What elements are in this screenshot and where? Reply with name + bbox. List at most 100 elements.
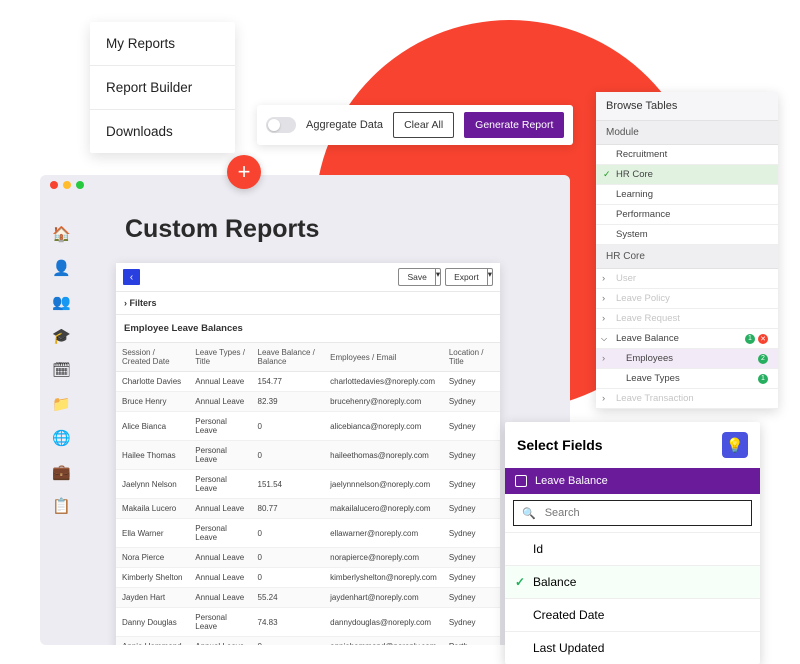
user-icon[interactable]: 👤: [52, 259, 71, 277]
remove-badge-icon[interactable]: ✕: [758, 334, 768, 344]
table-row[interactable]: Ella WarnerPersonal Leave0ellawarner@nor…: [116, 519, 500, 548]
module-system[interactable]: System: [596, 225, 778, 245]
table-cell: norapierce@noreply.com: [324, 548, 443, 568]
export-dropdown[interactable]: ▾: [488, 268, 493, 286]
table-row[interactable]: Hailee ThomasPersonal Leave0haileethomas…: [116, 441, 500, 470]
browse-tables-title: Browse Tables: [596, 92, 778, 121]
search-field-wrap[interactable]: 🔍: [513, 500, 752, 526]
report-table: Session / Created DateLeave Types / Titl…: [116, 343, 500, 645]
select-fields-panel: Select Fields 💡 Leave Balance 🔍 Id Balan…: [505, 422, 760, 664]
table-cell: Hailee Thomas: [116, 441, 189, 470]
table-row[interactable]: Danny DouglasPersonal Leave74.83dannydou…: [116, 608, 500, 637]
back-button[interactable]: ‹: [123, 269, 140, 285]
tree-leave-request[interactable]: Leave Request: [596, 309, 778, 329]
tree-user[interactable]: User: [596, 269, 778, 289]
module-recruitment[interactable]: Recruitment: [596, 145, 778, 165]
table-cell: Nora Pierce: [116, 548, 189, 568]
tree-employees[interactable]: Employees 2: [596, 349, 778, 369]
generate-report-button[interactable]: Generate Report: [464, 112, 564, 138]
field-last-updated[interactable]: Last Updated: [505, 631, 760, 664]
table-cell: Annual Leave: [189, 392, 251, 412]
module-performance[interactable]: Performance: [596, 205, 778, 225]
globe-icon[interactable]: 🌐: [52, 429, 71, 447]
table-cell: Makaila Lucero: [116, 499, 189, 519]
table-cell: Sydney: [443, 548, 500, 568]
education-icon[interactable]: 🎓: [52, 327, 71, 345]
app-window: 🏠 👤 👥 🎓 🗓 📁 🌐 💼 📋 Custom Reports ‹ Save …: [40, 175, 570, 645]
section-checkbox[interactable]: [515, 475, 527, 487]
window-maximize-icon[interactable]: [76, 181, 84, 189]
table-row[interactable]: Bruce HenryAnnual Leave82.39brucehenry@n…: [116, 392, 500, 412]
people-icon[interactable]: 👥: [52, 293, 71, 311]
calendar-icon[interactable]: 🗓: [52, 361, 71, 379]
aggregate-toggle[interactable]: [266, 117, 296, 133]
table-cell: Sydney: [443, 372, 500, 392]
save-dropdown[interactable]: ▾: [436, 268, 441, 286]
add-button[interactable]: +: [227, 155, 261, 189]
filters-toggle[interactable]: › Filters: [116, 291, 500, 315]
save-button[interactable]: Save: [398, 268, 435, 286]
table-cell: Personal Leave: [189, 470, 251, 499]
field-created-date[interactable]: Created Date: [505, 598, 760, 631]
table-cell: Annual Leave: [189, 548, 251, 568]
table-cell: brucehenry@noreply.com: [324, 392, 443, 412]
select-fields-section[interactable]: Leave Balance: [505, 468, 760, 494]
window-minimize-icon[interactable]: [63, 181, 71, 189]
table-row[interactable]: Charlotte DaviesAnnual Leave154.77charlo…: [116, 372, 500, 392]
export-button[interactable]: Export: [445, 268, 488, 286]
field-id[interactable]: Id: [505, 532, 760, 565]
clipboard-icon[interactable]: 📋: [52, 497, 71, 515]
table-row[interactable]: Annie HammondAnnual Leave0anniehammond@n…: [116, 637, 500, 646]
hint-button[interactable]: 💡: [722, 432, 748, 458]
table-cell: Jayden Hart: [116, 588, 189, 608]
folder-icon[interactable]: 📁: [52, 395, 71, 413]
table-row[interactable]: Jaelynn NelsonPersonal Leave151.54jaelyn…: [116, 470, 500, 499]
window-close-icon[interactable]: [50, 181, 58, 189]
module-learning[interactable]: Learning: [596, 185, 778, 205]
table-cell: 0: [252, 441, 325, 470]
tree-leave-types-label: Leave Types: [626, 373, 680, 384]
table-cell: Sydney: [443, 470, 500, 499]
table-row[interactable]: Kimberly SheltonAnnual Leave0kimberlyshe…: [116, 568, 500, 588]
briefcase-icon[interactable]: 💼: [52, 463, 71, 481]
count-badge: 1: [758, 374, 768, 384]
tree-leave-balance[interactable]: Leave Balance 1 ✕: [596, 329, 778, 349]
table-row[interactable]: Nora PierceAnnual Leave0norapierce@norep…: [116, 548, 500, 568]
column-header[interactable]: Leave Balance / Balance: [252, 343, 325, 372]
table-cell: ellawarner@noreply.com: [324, 519, 443, 548]
table-cell: Kimberly Shelton: [116, 568, 189, 588]
table-cell: Alice Bianca: [116, 412, 189, 441]
table-cell: anniehammond@noreply.com: [324, 637, 443, 646]
menu-downloads[interactable]: Downloads: [90, 110, 235, 153]
table-cell: Sydney: [443, 608, 500, 637]
table-row[interactable]: Jayden HartAnnual Leave55.24jaydenhart@n…: [116, 588, 500, 608]
table-row[interactable]: Alice BiancaPersonal Leave0alicebianca@n…: [116, 412, 500, 441]
window-titlebar: [40, 175, 570, 193]
search-input[interactable]: [543, 506, 743, 520]
table-cell: Annual Leave: [189, 372, 251, 392]
table-cell: Sydney: [443, 441, 500, 470]
module-section-header: Module: [596, 121, 778, 145]
module-hr-core[interactable]: HR Core: [596, 165, 778, 185]
table-row[interactable]: Makaila LuceroAnnual Leave80.77makailalu…: [116, 499, 500, 519]
tree-leave-transaction[interactable]: Leave Transaction: [596, 389, 778, 409]
plus-icon: +: [238, 161, 251, 183]
table-cell: Bruce Henry: [116, 392, 189, 412]
clear-all-button[interactable]: Clear All: [393, 112, 454, 138]
tree-leave-types[interactable]: Leave Types 1: [596, 369, 778, 389]
report-toolbar: Aggregate Data Clear All Generate Report: [257, 105, 573, 145]
menu-my-reports[interactable]: My Reports: [90, 22, 235, 66]
table-cell: Annual Leave: [189, 568, 251, 588]
report-title: Employee Leave Balances: [116, 315, 500, 343]
column-header[interactable]: Location / Title: [443, 343, 500, 372]
field-balance[interactable]: Balance: [505, 565, 760, 598]
column-header[interactable]: Employees / Email: [324, 343, 443, 372]
menu-report-builder[interactable]: Report Builder: [90, 66, 235, 110]
page-title: Custom Reports: [125, 215, 319, 244]
home-icon[interactable]: 🏠: [52, 225, 71, 243]
column-header[interactable]: Session / Created Date: [116, 343, 189, 372]
column-header[interactable]: Leave Types / Title: [189, 343, 251, 372]
count-badge: 1: [745, 334, 755, 344]
sidebar-nav: 🏠 👤 👥 🎓 🗓 📁 🌐 💼 📋: [52, 225, 71, 515]
tree-leave-policy[interactable]: Leave Policy: [596, 289, 778, 309]
